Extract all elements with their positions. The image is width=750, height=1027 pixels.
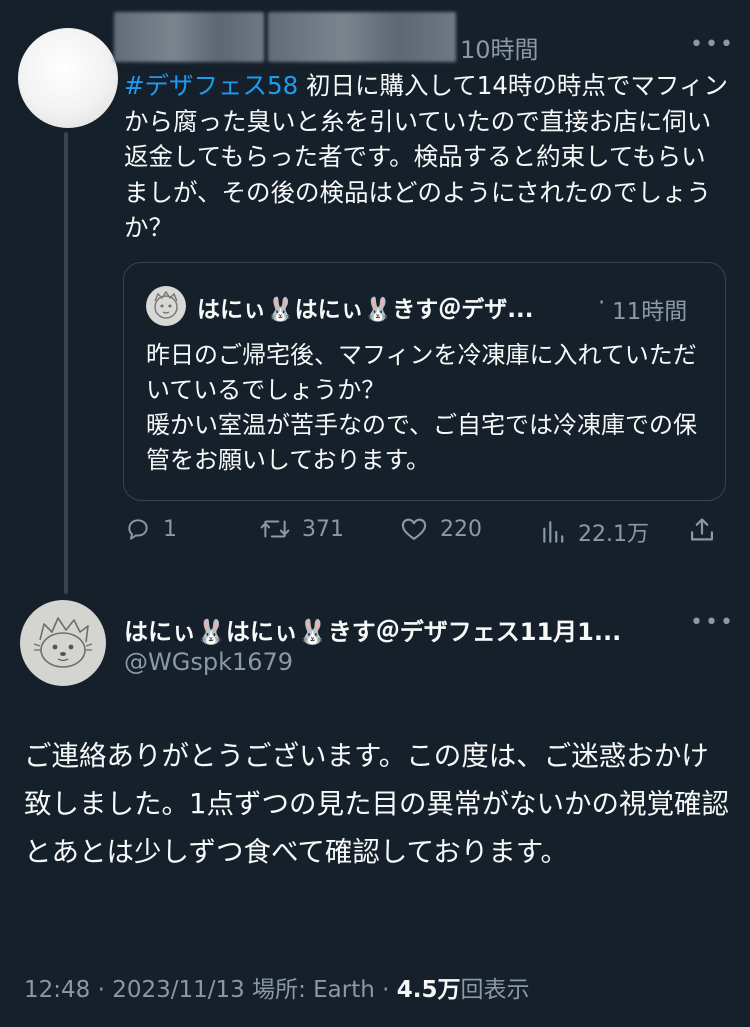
retweet-count: 371 <box>302 516 344 542</box>
share-button[interactable] <box>688 516 716 544</box>
retweet-button[interactable]: 371 <box>260 516 344 542</box>
main-tweet-text: ご連絡ありがとうございます。この度は、ご迷惑おかけ致しました。1点ずつの見た目の… <box>24 740 729 868</box>
redacted-handle <box>268 12 456 62</box>
quoted-separator: · <box>598 290 606 316</box>
tweet-timestamp[interactable]: 12:48 · 2023/11/13 場所: Earth · <box>24 977 397 1003</box>
views-button[interactable]: 22.1万 <box>540 516 649 548</box>
reply-count: 1 <box>163 516 177 542</box>
reply-button[interactable]: 1 <box>125 516 177 542</box>
main-author-avatar[interactable] <box>20 600 106 686</box>
reply-author-avatar[interactable] <box>18 28 118 128</box>
views-count: 22.1万 <box>578 522 649 547</box>
views-icon <box>543 521 564 543</box>
thread-connector <box>64 132 68 594</box>
main-author-handle[interactable]: @WGspk1679 <box>124 648 293 676</box>
quoted-author-name[interactable]: はにぃ🐰はにぃ🐰きす＠デザ... <box>197 290 534 324</box>
hashtag-link[interactable]: #デザフェス58 <box>124 71 298 100</box>
redacted-display-name <box>114 12 264 62</box>
reply-tweet-text: #デザフェス58 初日に購入して14時の時点でマフィンから腐った臭いと糸を引いて… <box>124 68 729 246</box>
like-icon <box>401 518 427 540</box>
retweet-icon <box>260 520 290 538</box>
quoted-author-avatar <box>146 286 186 326</box>
reply-icon <box>128 519 148 540</box>
views-label: 回表示 <box>460 977 530 1003</box>
quoted-tweet-time[interactable]: 11時間 <box>612 292 687 326</box>
quoted-tweet-text: 昨日のご帰宅後、マフィンを冷凍庫に入れていただいているでしょうか？ 暖かい室温が… <box>146 341 698 474</box>
views-total: 4.5万 <box>396 977 461 1003</box>
reply-tweet-time[interactable]: 10時間 <box>460 30 539 65</box>
main-more-icon[interactable]: ••• <box>690 610 735 635</box>
share-icon <box>690 518 714 541</box>
tweet-metadata: 12:48 · 2023/11/13 場所: Earth · 4.5万回表示 <box>24 970 530 1004</box>
like-count: 220 <box>440 516 482 542</box>
main-author-name[interactable]: はにぃ🐰はにぃ🐰きす＠デザフェス11月1... <box>124 612 621 647</box>
reply-more-icon[interactable]: ••• <box>690 32 735 57</box>
timeline: 10時間 ••• #デザフェス58 初日に購入して14時の時点でマフィンから腐っ… <box>0 0 750 1027</box>
like-button[interactable]: 220 <box>400 516 482 542</box>
